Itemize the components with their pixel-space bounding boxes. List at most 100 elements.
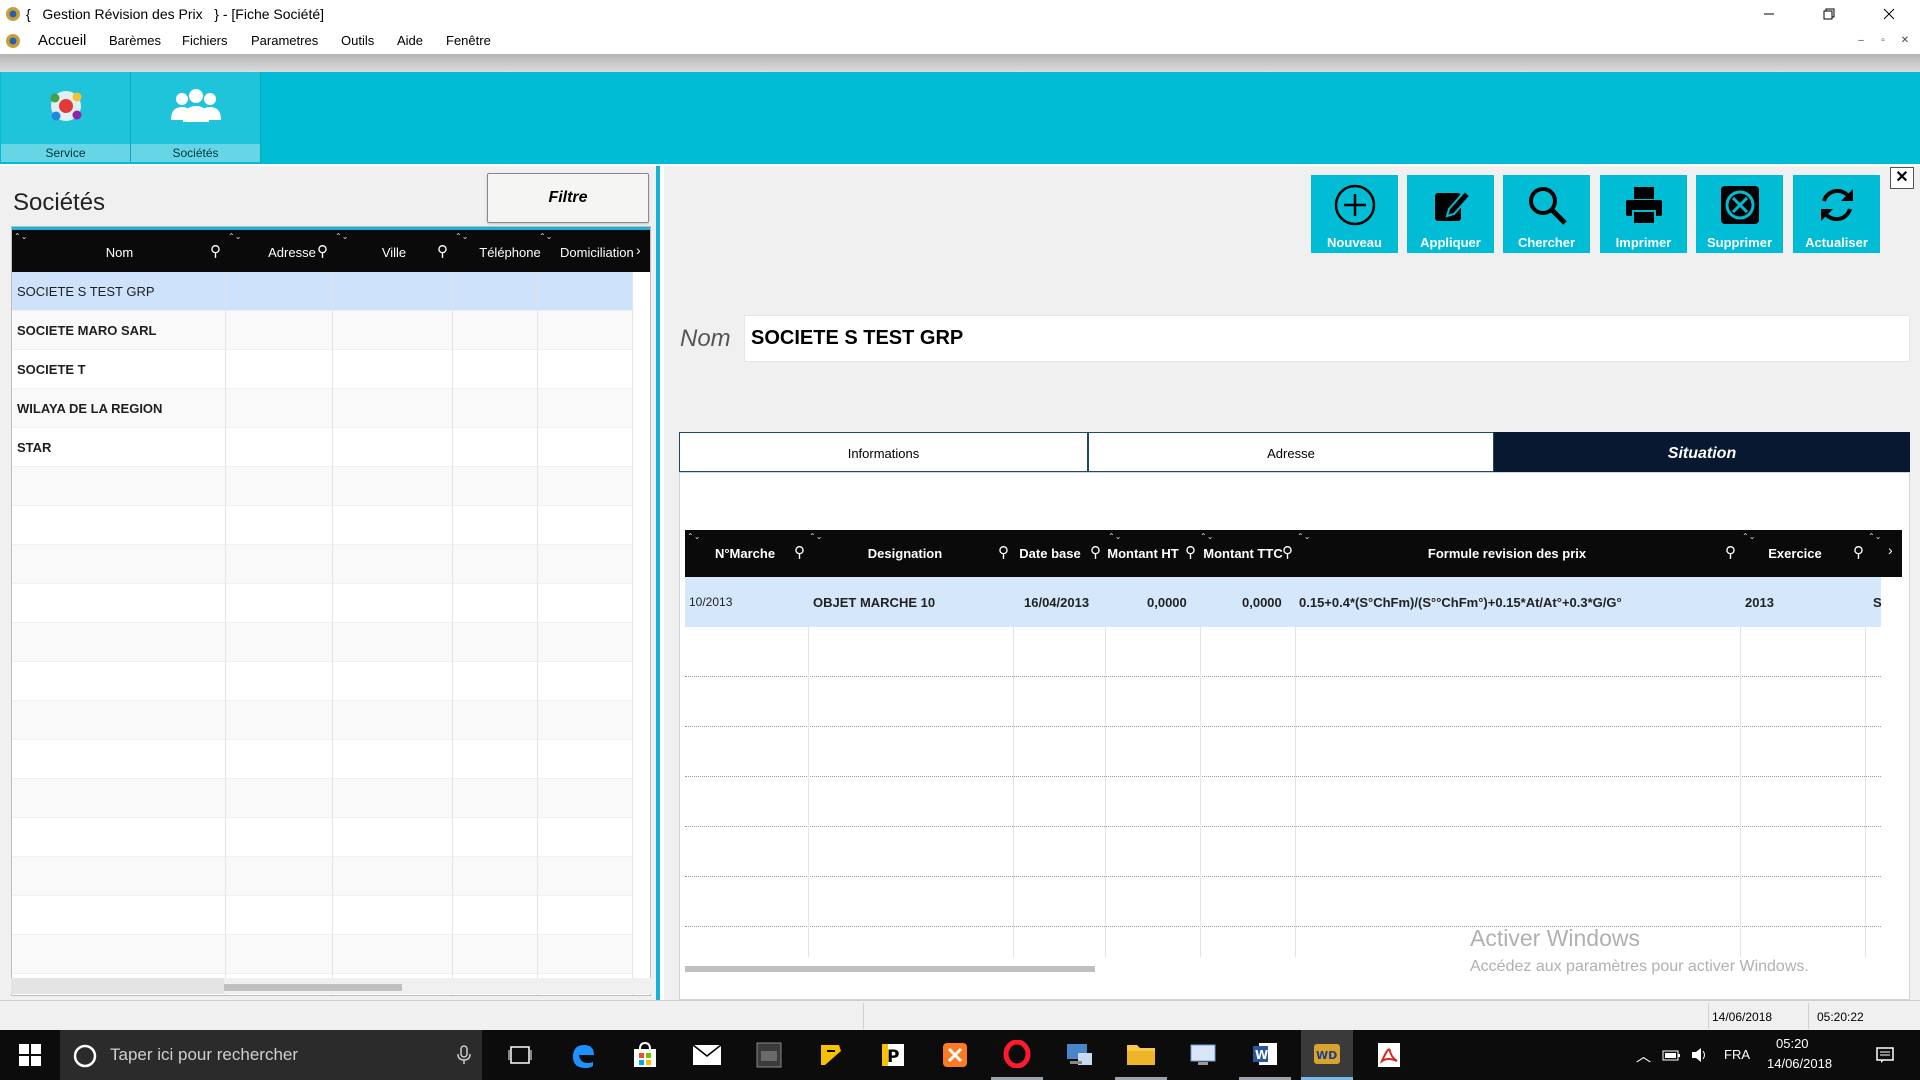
column-header-ville[interactable]: Ville bbox=[334, 245, 454, 260]
table-row[interactable]: SOCIETE MARO SARL bbox=[12, 311, 632, 350]
chevron-up-icon[interactable]: ︿ bbox=[1636, 1045, 1651, 1066]
taskbar-mail[interactable] bbox=[681, 1030, 733, 1080]
menu-fichiers[interactable]: Fichiers bbox=[182, 33, 228, 48]
start-button[interactable] bbox=[4, 1030, 56, 1080]
table-row[interactable]: WILAYA DE LA REGION bbox=[12, 389, 632, 428]
task-view-button[interactable] bbox=[494, 1030, 546, 1080]
minimize-button[interactable] bbox=[1746, 0, 1792, 28]
search-icon[interactable]: ⚲ bbox=[437, 242, 448, 260]
sort-icon[interactable]: ⌃⌄ bbox=[1868, 532, 1881, 541]
menu-parametres[interactable]: Parametres bbox=[251, 33, 318, 48]
column-header-designation[interactable]: Designation bbox=[805, 546, 1005, 561]
taskbar-store[interactable] bbox=[619, 1030, 671, 1080]
restore-button[interactable] bbox=[1806, 0, 1852, 28]
sort-icon[interactable]: ⌃⌄ bbox=[1297, 532, 1310, 541]
close-fiche-button[interactable]: ✕ bbox=[1890, 167, 1914, 189]
menu-fenetre[interactable]: Fenêtre bbox=[446, 33, 491, 48]
mdi-restore-button[interactable]: ▫ bbox=[1876, 34, 1890, 48]
sort-icon[interactable]: ⌃⌄ bbox=[1200, 532, 1213, 541]
supprimer-button[interactable]: Supprimer bbox=[1696, 175, 1783, 253]
column-header-date-base[interactable]: Date base bbox=[1010, 546, 1090, 561]
table-row[interactable]: SOCIETE S TEST GRP bbox=[12, 272, 632, 311]
column-divider bbox=[1295, 627, 1296, 957]
tab-adresse[interactable]: Adresse bbox=[1088, 432, 1494, 472]
sort-icon[interactable]: ⌃⌄ bbox=[809, 532, 822, 541]
sort-icon[interactable]: ⌃⌄ bbox=[1108, 532, 1121, 541]
chercher-button[interactable]: Chercher bbox=[1503, 175, 1590, 253]
taskbar-word[interactable]: W bbox=[1239, 1030, 1291, 1080]
column-header-nom[interactable]: Nom bbox=[12, 245, 227, 260]
tab-situation[interactable]: Situation bbox=[1494, 432, 1910, 472]
sort-icon[interactable]: ⌃⌄ bbox=[1742, 532, 1755, 541]
menu-baremes[interactable]: Barèmes bbox=[109, 33, 161, 48]
scrollbar-thumb[interactable] bbox=[685, 966, 1095, 972]
battery-icon[interactable] bbox=[1662, 1047, 1682, 1063]
table-row[interactable]: 10/2013 OBJET MARCHE 10 16/04/2013 0,000… bbox=[685, 577, 1882, 627]
ribbon-societes-button[interactable]: Sociétés bbox=[131, 72, 261, 162]
taskbar-xampp[interactable] bbox=[929, 1030, 981, 1080]
search-icon[interactable]: ⚲ bbox=[1725, 543, 1736, 561]
search-icon[interactable]: ⚲ bbox=[317, 242, 328, 260]
search-icon[interactable]: ⚲ bbox=[794, 543, 805, 561]
situation-table: ⌃⌄ N°Marche ⚲ ⌃⌄ Designation ⚲ ⌃⌄ Date b… bbox=[685, 530, 1902, 980]
clock-date[interactable]: 14/06/2018 bbox=[1767, 1056, 1832, 1071]
notifications-icon[interactable] bbox=[1875, 1045, 1895, 1065]
mdi-minimize-button[interactable]: – bbox=[1854, 34, 1868, 48]
tab-informations[interactable]: Informations bbox=[679, 432, 1088, 472]
chevron-right-icon[interactable]: › bbox=[1888, 542, 1893, 558]
table-row[interactable]: SOCIETE T bbox=[12, 350, 632, 389]
taskbar-app-network[interactable] bbox=[1053, 1030, 1105, 1080]
column-header-telephone[interactable]: Téléphone bbox=[460, 245, 560, 260]
column-header-exercice[interactable]: Exercice bbox=[1745, 546, 1845, 561]
sort-icon[interactable]: ⌃⌄ bbox=[455, 232, 468, 241]
actualiser-button[interactable]: Actualiser bbox=[1793, 175, 1880, 253]
nom-field[interactable]: SOCIETE S TEST GRP bbox=[744, 315, 1910, 362]
taskbar-search-box[interactable]: Taper ici pour rechercher bbox=[60, 1030, 482, 1080]
column-header-montant-ttc[interactable]: Montant TTC bbox=[1201, 546, 1285, 561]
menu-accueil[interactable]: Accueil bbox=[38, 32, 86, 49]
taskbar-opera[interactable] bbox=[991, 1030, 1043, 1080]
chevron-right-icon[interactable]: › bbox=[636, 242, 641, 258]
microphone-icon[interactable] bbox=[457, 1045, 471, 1065]
appliquer-button[interactable]: Appliquer bbox=[1407, 175, 1494, 253]
column-header-montant-ht[interactable]: Montant HT bbox=[1103, 546, 1183, 561]
search-icon[interactable]: ⚲ bbox=[1185, 543, 1196, 561]
taskbar-app-p[interactable]: P bbox=[867, 1030, 919, 1080]
search-icon[interactable]: ⚲ bbox=[1090, 543, 1101, 561]
search-icon[interactable]: ⚲ bbox=[998, 543, 1009, 561]
taskbar-windev-active[interactable]: WD bbox=[1301, 1030, 1353, 1080]
nouveau-button[interactable]: Nouveau bbox=[1311, 175, 1398, 253]
restore-icon bbox=[1823, 8, 1835, 20]
column-header-formule[interactable]: Formule revision des prix bbox=[1297, 546, 1717, 561]
sort-icon[interactable]: ⌃⌄ bbox=[539, 232, 552, 241]
menu-aide[interactable]: Aide bbox=[397, 33, 423, 48]
clock-time[interactable]: 05:20 bbox=[1776, 1036, 1809, 1051]
search-icon[interactable]: ⚲ bbox=[210, 242, 221, 260]
filter-button[interactable]: Filtre bbox=[487, 173, 649, 223]
sort-icon[interactable]: ⌃⌄ bbox=[687, 532, 700, 541]
taskbar-app-yellow-b[interactable] bbox=[805, 1030, 857, 1080]
sort-icon[interactable]: ⌃⌄ bbox=[335, 232, 348, 241]
sort-icon[interactable]: ⌃⌄ bbox=[14, 232, 27, 241]
taskbar-app-remote[interactable] bbox=[1177, 1030, 1229, 1080]
column-header-n-marche[interactable]: N°Marche bbox=[685, 546, 805, 561]
search-icon[interactable]: ⚲ bbox=[1282, 543, 1293, 561]
table-row[interactable]: STAR bbox=[12, 428, 632, 467]
close-button[interactable] bbox=[1866, 0, 1912, 28]
mdi-close-button[interactable]: ✕ bbox=[1898, 34, 1912, 48]
column-header-domiciliation[interactable]: Domiciliation bbox=[560, 245, 644, 260]
taskbar-file-explorer[interactable] bbox=[1115, 1030, 1167, 1080]
menu-outils[interactable]: Outils bbox=[341, 33, 374, 48]
imprimer-button[interactable]: Imprimer bbox=[1600, 175, 1687, 253]
menu-app-icon[interactable] bbox=[4, 32, 22, 50]
volume-icon[interactable] bbox=[1690, 1046, 1710, 1064]
ribbon-service-button[interactable]: Service bbox=[1, 72, 131, 162]
empty-row bbox=[12, 584, 632, 623]
sort-icon[interactable]: ⌃⌄ bbox=[228, 232, 241, 241]
scrollbar-thumb[interactable] bbox=[224, 984, 402, 991]
taskbar-app-sharks[interactable] bbox=[743, 1030, 795, 1080]
taskbar-edge[interactable] bbox=[557, 1030, 609, 1080]
search-icon[interactable]: ⚲ bbox=[1853, 543, 1864, 561]
language-indicator[interactable]: FRA bbox=[1724, 1047, 1750, 1062]
taskbar-acrobat[interactable] bbox=[1363, 1030, 1415, 1080]
